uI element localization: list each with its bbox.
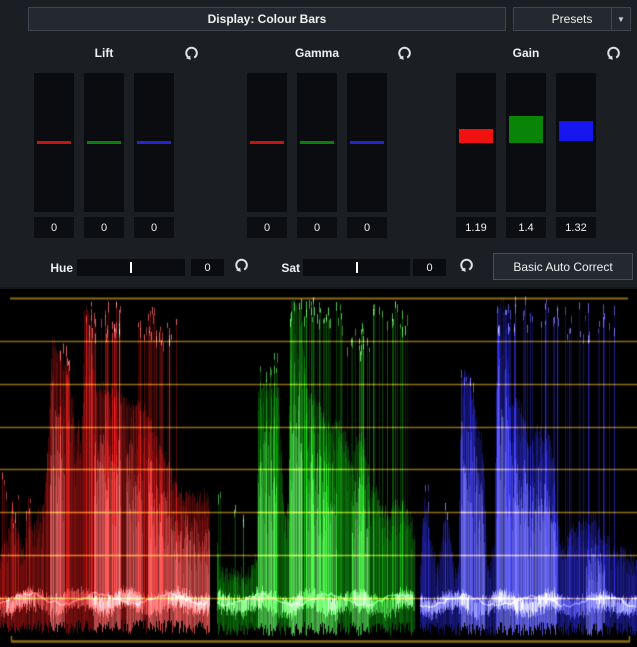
lift-group: Lift 0 0 0 [34,44,208,244]
gamma-green-value[interactable]: 0 [297,217,337,238]
lift-green-value[interactable]: 0 [84,217,124,238]
display-source-button[interactable]: Display: Colour Bars [28,7,506,31]
gain-blue-value[interactable]: 1.32 [556,217,596,238]
gain-red-value[interactable]: 1.19 [456,217,496,238]
gamma-blue-handle[interactable] [350,141,384,144]
gain-title: Gain [456,46,596,60]
lift-red-value[interactable]: 0 [34,217,74,238]
gamma-blue-slider[interactable] [347,73,387,212]
sat-value[interactable]: 0 [413,259,446,276]
lift-green-handle[interactable] [87,141,121,144]
gamma-red-handle[interactable] [250,141,284,144]
hue-slider-tick[interactable] [130,262,132,273]
sat-reset-button[interactable] [458,257,475,274]
gamma-red-value[interactable]: 0 [247,217,287,238]
gain-green-slider[interactable] [506,73,546,212]
lift-blue-handle[interactable] [137,141,171,144]
lift-blue-value[interactable]: 0 [134,217,174,238]
gain-red-slider[interactable] [456,73,496,212]
presets-dropdown-arrow[interactable]: ▼ [611,8,630,30]
hue-value[interactable]: 0 [191,259,224,276]
reset-icon [396,45,413,62]
sat-label: Sat [262,261,300,275]
gain-group: Gain 1.19 1.4 1.32 [456,44,630,244]
lift-title: Lift [34,46,174,60]
reset-icon [183,45,200,62]
hue-slider[interactable] [77,259,185,276]
presets-button[interactable]: Presets ▼ [513,7,631,31]
gamma-title: Gamma [247,46,387,60]
hue-reset-button[interactable] [233,257,250,274]
gain-green-handle[interactable] [509,116,543,143]
hue-label: Hue [40,261,73,275]
gamma-group: Gamma 0 0 0 [247,44,421,244]
colour-correct-panel: { "header": { "display_button": "Display… [0,0,637,645]
reset-icon [458,257,475,274]
reset-icon [605,45,622,62]
waveform-scope-panel [0,287,637,645]
gamma-red-slider[interactable] [247,73,287,212]
lift-reset-button[interactable] [183,45,200,62]
gain-blue-handle[interactable] [559,121,593,141]
sat-slider-tick[interactable] [356,262,358,273]
gain-reset-button[interactable] [605,45,622,62]
rgb-parade-waveform [0,289,637,647]
gamma-reset-button[interactable] [396,45,413,62]
basic-auto-correct-button[interactable]: Basic Auto Correct [493,253,633,280]
lift-green-slider[interactable] [84,73,124,212]
gain-green-value[interactable]: 1.4 [506,217,546,238]
reset-icon [233,257,250,274]
gamma-blue-value[interactable]: 0 [347,217,387,238]
lift-red-slider[interactable] [34,73,74,212]
chevron-down-icon: ▼ [617,15,625,24]
sat-slider[interactable] [303,259,410,276]
gamma-green-slider[interactable] [297,73,337,212]
gain-red-handle[interactable] [459,129,493,143]
lift-red-handle[interactable] [37,141,71,144]
gain-blue-slider[interactable] [556,73,596,212]
lift-blue-slider[interactable] [134,73,174,212]
gamma-green-handle[interactable] [300,141,334,144]
